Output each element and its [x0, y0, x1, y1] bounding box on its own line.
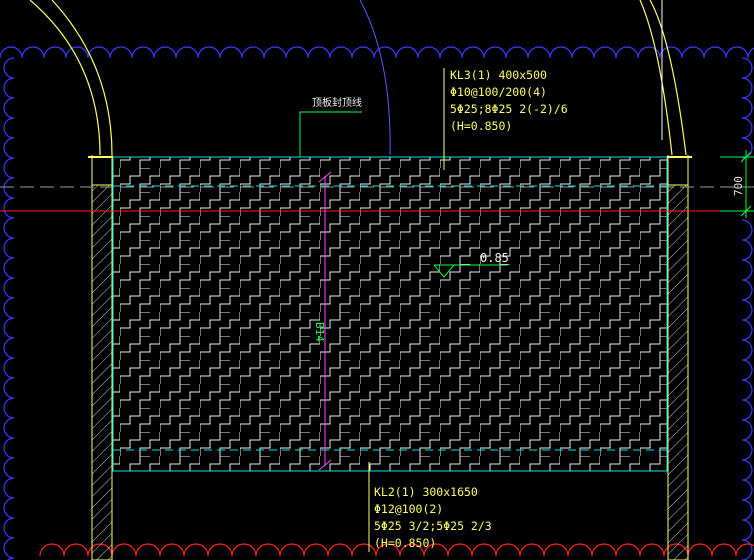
beam-top-name: KL3(1) 400x500: [450, 68, 547, 82]
beam-bottom-name: KL2(1) 300x1650: [374, 485, 478, 499]
slab-top-label: 顶板封顶线: [312, 96, 362, 109]
beam-top-elevation: (H=0.850): [450, 119, 512, 133]
curved-wall-left: [29, 0, 113, 156]
revision-cloud-left: [3, 57, 15, 560]
beam-top-rebar: 5Φ25;8Φ25 2(-2)/6: [450, 102, 568, 116]
beam-bottom-rebar: 5Φ25 3/2;5Φ25 2/3: [374, 519, 492, 533]
elevation-marker-text: 0.85: [480, 251, 509, 265]
cad-drawing-canvas[interactable]: B14 0.85 顶板封顶线 KL3(1) 400x500 Φ10@100/20…: [0, 0, 754, 560]
arc-line-top: [359, 0, 391, 156]
wall-left: [91, 184, 113, 560]
revision-cloud-top: [0, 46, 754, 59]
beam-top-stirrup: Φ10@100/200(4): [450, 85, 547, 99]
wall-right: [667, 184, 689, 560]
revision-cloud-right: [741, 57, 753, 560]
dimension-right-text: 700: [732, 176, 745, 196]
span-label: B14: [313, 322, 326, 342]
beam-bottom-stirrup: Φ12@100(2): [374, 502, 443, 516]
beam-bottom-elevation: (H=0.850): [374, 536, 436, 550]
curved-wall-right: [639, 0, 687, 156]
slab-label-leader: [299, 111, 362, 157]
slab-hatch-area: [113, 157, 667, 471]
